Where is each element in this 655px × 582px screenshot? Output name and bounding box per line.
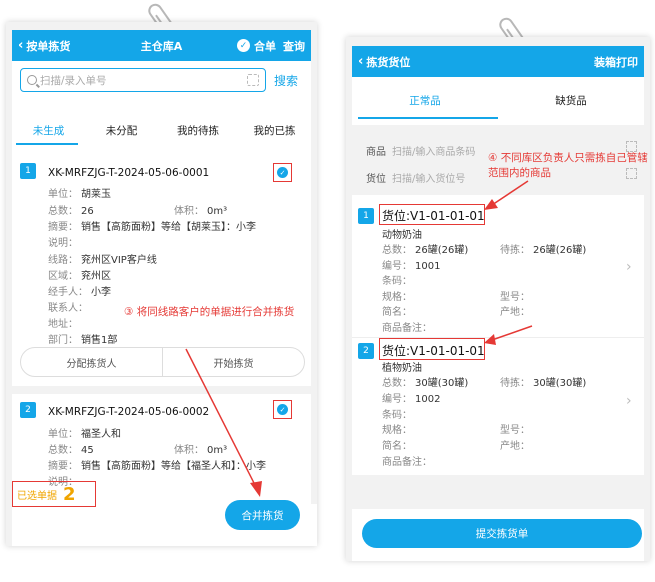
assign-picker-button[interactable]: 分配拣货人 [21,348,163,376]
card-index-badge: 1 [20,163,36,179]
tab-unassigned[interactable]: 未分配 [85,123,158,138]
right-top-bar: ‹ 拣货货位 装箱打印 [352,46,644,77]
item-name: 植物奶油 [382,363,422,374]
selected-count-box: 已选单据 2 [12,481,96,507]
right-phone-screen: ‹ 拣货货位 装箱打印 正常品 缺货品 商品 扫描/输入商品条码 货位 扫描/输… [346,37,650,561]
item-origin-label: 产地： [500,441,530,452]
card-select-checkbox[interactable]: ✓ [273,163,292,182]
merge-toggle-label[interactable]: 合单 [254,38,276,54]
item-total: 26罐(26罐) [415,245,469,256]
item-name: 动物奶油 [382,230,422,241]
route-value: 兖州区VIP客户线 [81,255,157,266]
product-scan-input[interactable]: 扫描/输入商品条码 [392,143,475,158]
search-button[interactable]: 搜索 [274,72,298,89]
item-remark-label: 商品备注： [382,323,432,334]
item-barcode-label: 条码： [382,410,412,421]
back-label: 拣货货位 [366,55,411,69]
total-value: 26 [81,206,94,217]
stock-tabs: 正常品 缺货品 [352,93,644,108]
order-tabs: 未生成 未分配 我的待拣 我的已拣 [12,123,311,138]
search-input[interactable]: 扫描/录入单号 [20,68,266,92]
item-origin-label: 产地： [500,307,530,318]
item-to-pick: 26罐(26罐) [533,245,587,256]
query-button[interactable]: 查询 [283,38,305,54]
back-button[interactable]: ‹ 拣货货位 [358,54,410,70]
pack-print-button[interactable]: 装箱打印 [594,54,638,70]
item-remark-label: 商品备注： [382,457,432,468]
tab-my-picked[interactable]: 我的已拣 [238,123,311,138]
check-icon: ✓ [277,404,288,415]
item-index-badge: 1 [358,208,374,224]
screenshot-stage: ‹ 按单拣货 主仓库A ✓ 合单 查询 扫描/录入单号 搜索 未生成 未分配 我… [0,0,655,582]
item-location: 货位:V1-01-01-01 [382,344,485,358]
product-scan-label: 商品 [366,147,386,158]
order-number: XK-MRFZJG-T-2024-05-06-0001 [48,167,210,179]
item-short-name-label: 简名： [382,307,412,318]
dept-value: 销售1部 [81,335,118,346]
item-total: 30罐(30罐) [415,378,469,389]
item-location: 货位:V1-01-01-01 [382,209,485,223]
volume-value: 0m³ [207,206,228,217]
item-model-label: 型号： [500,425,530,436]
back-label: 按单拣货 [26,39,71,53]
annotation-arrow [185,348,262,497]
item-barcode-label: 条码： [382,276,412,287]
tab-shortage-goods[interactable]: 缺货品 [498,93,644,108]
annotation-arrow [484,325,533,345]
item-model-label: 型号： [500,292,530,303]
item-code: 1002 [415,394,441,405]
item-spec-label: 规格： [382,425,412,436]
submit-picklist-button[interactable]: 提交拣货单 [362,519,642,548]
tab-my-pending[interactable]: 我的待拣 [158,123,238,138]
unit-value: 福圣人和 [81,429,121,440]
chevron-left-icon: ‹ [358,54,364,69]
chevron-right-icon[interactable]: › [626,259,632,275]
active-tab-indicator [358,117,498,119]
search-icon [27,75,37,85]
item-index-badge: 2 [358,343,374,359]
back-button[interactable]: ‹ 按单拣货 [18,38,70,54]
item-code: 1001 [415,261,441,272]
item-to-pick: 30罐(30罐) [533,378,587,389]
left-top-bar: ‹ 按单拣货 主仓库A ✓ 合单 查询 [12,30,311,61]
chevron-right-icon[interactable]: › [626,393,632,409]
selected-label: 已选单据 [17,490,57,502]
location-scan-input[interactable]: 扫描/输入货位号 [392,170,465,185]
location-scan-label: 货位 [366,174,386,185]
card-select-checkbox[interactable]: ✓ [273,400,292,419]
active-tab-indicator [16,143,78,145]
annotation-merge-note: ③ 将同线路客户的单据进行合并拣货 [124,306,295,318]
chevron-left-icon: ‹ [18,38,24,53]
item-spec-label: 规格： [382,292,412,303]
unit-value: 胡莱玉 [81,189,111,200]
tab-ungenerated[interactable]: 未生成 [12,123,85,138]
left-phone-screen: ‹ 按单拣货 主仓库A ✓ 合单 查询 扫描/录入单号 搜索 未生成 未分配 我… [6,22,317,546]
total-value: 45 [81,445,94,456]
search-placeholder: 扫描/录入单号 [40,74,107,87]
tab-normal-goods[interactable]: 正常品 [352,93,498,108]
handler-value: 小李 [91,287,111,298]
card-index-badge: 2 [20,402,36,418]
region-value: 兖州区 [81,271,111,282]
check-circle-icon[interactable]: ✓ [237,39,250,52]
summary-value: 销售【高筋面粉】等给【胡莱玉】：小李 [81,222,256,233]
scan-icon[interactable] [247,74,259,86]
check-icon: ✓ [277,167,288,178]
selected-count: 2 [63,483,76,505]
annotation-arrow [484,180,529,210]
item-short-name-label: 简名： [382,441,412,452]
